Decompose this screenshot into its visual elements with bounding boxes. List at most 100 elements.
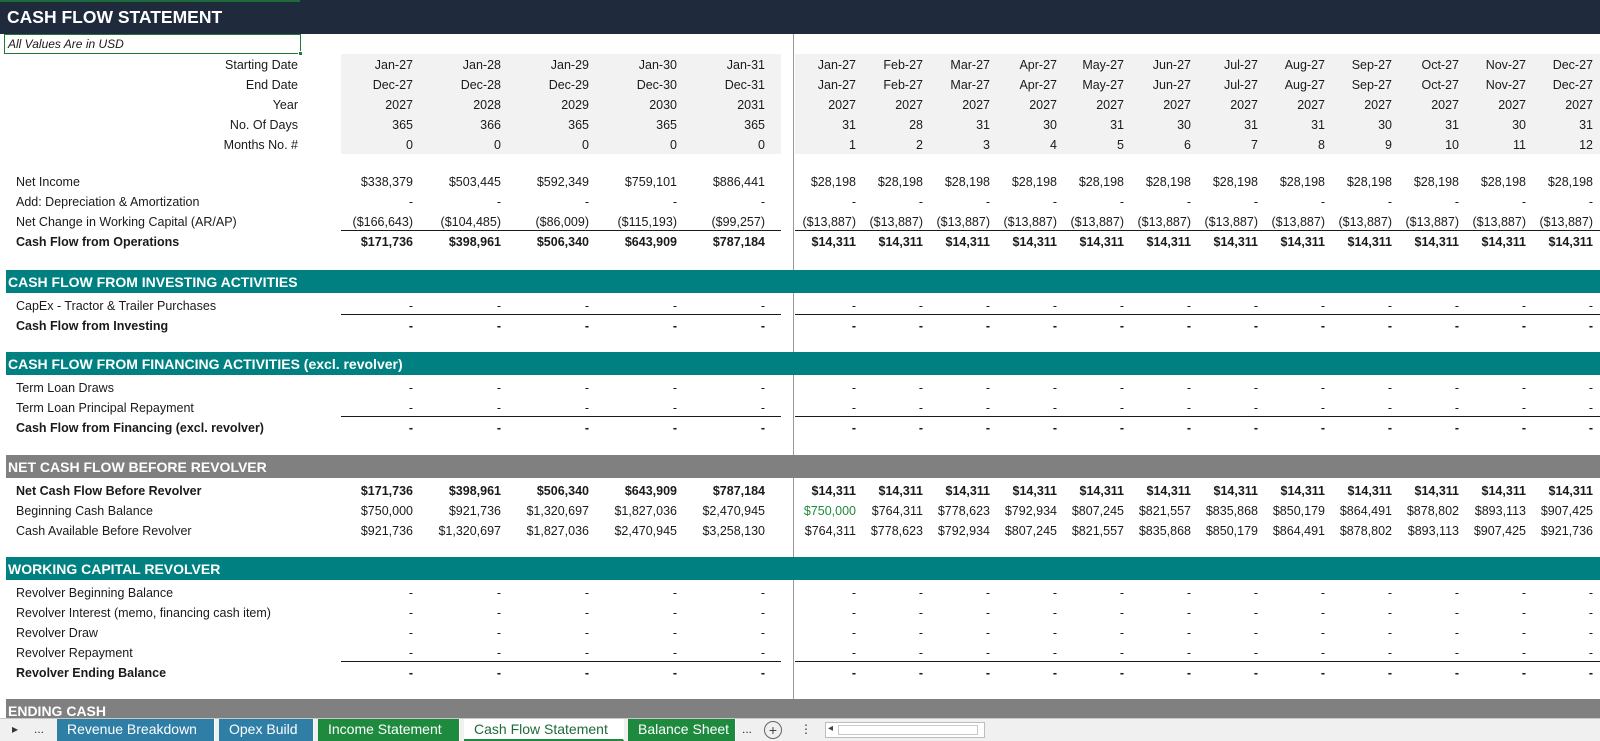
annual-cell[interactable]: - xyxy=(313,421,413,435)
units-note-cell[interactable]: All Values Are in USD xyxy=(4,34,301,54)
annual-cell[interactable]: Jan-30 xyxy=(577,58,677,72)
row-label[interactable]: Cash Flow from Operations xyxy=(16,235,179,249)
monthly-cell[interactable]: - xyxy=(1493,319,1593,333)
annual-cell[interactable]: - xyxy=(665,421,765,435)
annual-cell[interactable]: - xyxy=(577,586,677,600)
annual-cell[interactable]: - xyxy=(489,646,589,660)
annual-cell[interactable]: ($99,257) xyxy=(665,215,765,229)
annual-cell[interactable]: 365 xyxy=(489,118,589,132)
annual-cell[interactable]: $171,736 xyxy=(313,484,413,498)
annual-cell[interactable]: - xyxy=(577,421,677,435)
annual-cell[interactable]: $1,320,697 xyxy=(489,504,589,518)
monthly-cell[interactable]: $907,425 xyxy=(1493,504,1593,518)
annual-cell[interactable]: $886,441 xyxy=(665,175,765,189)
spreadsheet-grid[interactable]: CASH FLOW STATEMENT All Values Are in US… xyxy=(0,0,1600,718)
row-label[interactable]: Revolver Draw xyxy=(16,626,98,640)
row-label[interactable]: Term Loan Draws xyxy=(16,381,114,395)
monthly-cell[interactable]: - xyxy=(1493,626,1593,640)
monthly-cell[interactable]: $14,311 xyxy=(1493,484,1594,498)
annual-cell[interactable]: - xyxy=(313,381,413,395)
annual-cell[interactable]: - xyxy=(489,381,589,395)
monthly-cell[interactable]: - xyxy=(1493,299,1593,313)
tab-revenue-breakdown[interactable]: Revenue Breakdown xyxy=(57,719,215,741)
monthly-cell[interactable]: - xyxy=(1493,646,1593,660)
annual-cell[interactable]: - xyxy=(401,195,501,209)
annual-cell[interactable]: - xyxy=(577,381,677,395)
annual-cell[interactable]: - xyxy=(401,319,501,333)
annual-cell[interactable]: - xyxy=(401,381,501,395)
monthly-cell[interactable]: $921,736 xyxy=(1493,524,1593,538)
annual-cell[interactable]: Dec-31 xyxy=(665,78,765,92)
scroll-left-icon[interactable]: ◂ xyxy=(828,723,833,734)
annual-cell[interactable]: $921,736 xyxy=(401,504,501,518)
annual-cell[interactable]: - xyxy=(313,606,413,620)
row-label[interactable]: Net Income xyxy=(16,175,80,189)
scrollbar-thumb[interactable] xyxy=(838,725,978,735)
annual-cell[interactable]: - xyxy=(313,646,413,660)
annual-cell[interactable]: 0 xyxy=(489,138,589,152)
annual-cell[interactable]: $787,184 xyxy=(665,484,765,498)
row-label[interactable]: Cash Flow from Investing xyxy=(16,319,168,333)
annual-cell[interactable]: - xyxy=(665,401,765,415)
annual-cell[interactable]: 2031 xyxy=(665,98,765,112)
row-label[interactable]: Cash Available Before Revolver xyxy=(16,524,192,538)
annual-cell[interactable]: $643,909 xyxy=(577,235,677,249)
tab-balance-sheet[interactable]: Balance Sheet xyxy=(628,719,736,741)
annual-cell[interactable]: $759,101 xyxy=(577,175,677,189)
annual-cell[interactable]: $506,340 xyxy=(489,235,589,249)
monthly-cell[interactable]: - xyxy=(1493,586,1593,600)
monthly-cell[interactable]: - xyxy=(1493,381,1593,395)
monthly-cell[interactable]: $28,198 xyxy=(1493,175,1593,189)
annual-cell[interactable]: 365 xyxy=(665,118,765,132)
annual-cell[interactable]: - xyxy=(665,586,765,600)
annual-cell[interactable]: 0 xyxy=(401,138,501,152)
monthly-cell[interactable]: 31 xyxy=(1493,118,1593,132)
annual-cell[interactable]: $338,379 xyxy=(313,175,413,189)
annual-cell[interactable]: - xyxy=(313,319,413,333)
tab-opex-build[interactable]: Opex Build xyxy=(219,719,314,741)
annual-cell[interactable]: - xyxy=(577,626,677,640)
annual-cell[interactable]: - xyxy=(577,646,677,660)
annual-cell[interactable]: Jan-29 xyxy=(489,58,589,72)
annual-cell[interactable]: ($166,643) xyxy=(313,215,413,229)
annual-cell[interactable]: $1,320,697 xyxy=(401,524,501,538)
annual-cell[interactable]: - xyxy=(489,421,589,435)
tab-scroll-prev-icon[interactable]: ▸ xyxy=(12,722,18,736)
row-label[interactable]: Months No. # xyxy=(224,138,298,152)
annual-cell[interactable]: - xyxy=(665,381,765,395)
tab-more-left[interactable]: ... xyxy=(34,722,44,736)
annual-cell[interactable]: 0 xyxy=(665,138,765,152)
row-label[interactable]: Term Loan Principal Repayment xyxy=(16,401,194,415)
monthly-cell[interactable]: ($13,887) xyxy=(1493,215,1593,229)
annual-cell[interactable]: - xyxy=(577,606,677,620)
annual-cell[interactable]: Jan-27 xyxy=(313,58,413,72)
annual-cell[interactable]: Dec-29 xyxy=(489,78,589,92)
annual-cell[interactable]: $787,184 xyxy=(665,235,765,249)
annual-cell[interactable]: - xyxy=(401,401,501,415)
tab-options-icon[interactable]: ⋮ xyxy=(800,722,812,736)
annual-cell[interactable]: - xyxy=(665,646,765,660)
annual-cell[interactable]: - xyxy=(401,646,501,660)
horizontal-scrollbar[interactable]: ◂ xyxy=(825,722,985,738)
annual-cell[interactable]: $1,827,036 xyxy=(577,504,677,518)
annual-cell[interactable]: - xyxy=(489,666,589,680)
annual-cell[interactable]: ($104,485) xyxy=(401,215,501,229)
annual-cell[interactable]: - xyxy=(665,299,765,313)
annual-cell[interactable]: Dec-30 xyxy=(577,78,677,92)
annual-cell[interactable]: - xyxy=(313,626,413,640)
annual-cell[interactable]: - xyxy=(401,421,501,435)
annual-cell[interactable]: $506,340 xyxy=(489,484,589,498)
monthly-cell[interactable]: Dec-27 xyxy=(1493,58,1593,72)
annual-cell[interactable]: - xyxy=(489,195,589,209)
annual-cell[interactable]: 2028 xyxy=(401,98,501,112)
monthly-cell[interactable]: - xyxy=(1493,666,1593,680)
annual-cell[interactable]: - xyxy=(313,299,413,313)
monthly-cell[interactable]: Dec-27 xyxy=(1493,78,1593,92)
annual-cell[interactable]: - xyxy=(489,401,589,415)
row-label[interactable]: Revolver Repayment xyxy=(16,646,133,660)
annual-cell[interactable]: $398,961 xyxy=(401,235,501,249)
row-label[interactable]: Starting Date xyxy=(225,58,298,72)
annual-cell[interactable]: $3,258,130 xyxy=(665,524,765,538)
annual-cell[interactable]: ($115,193) xyxy=(577,215,677,229)
monthly-cell[interactable]: $14,311 xyxy=(1493,235,1594,249)
